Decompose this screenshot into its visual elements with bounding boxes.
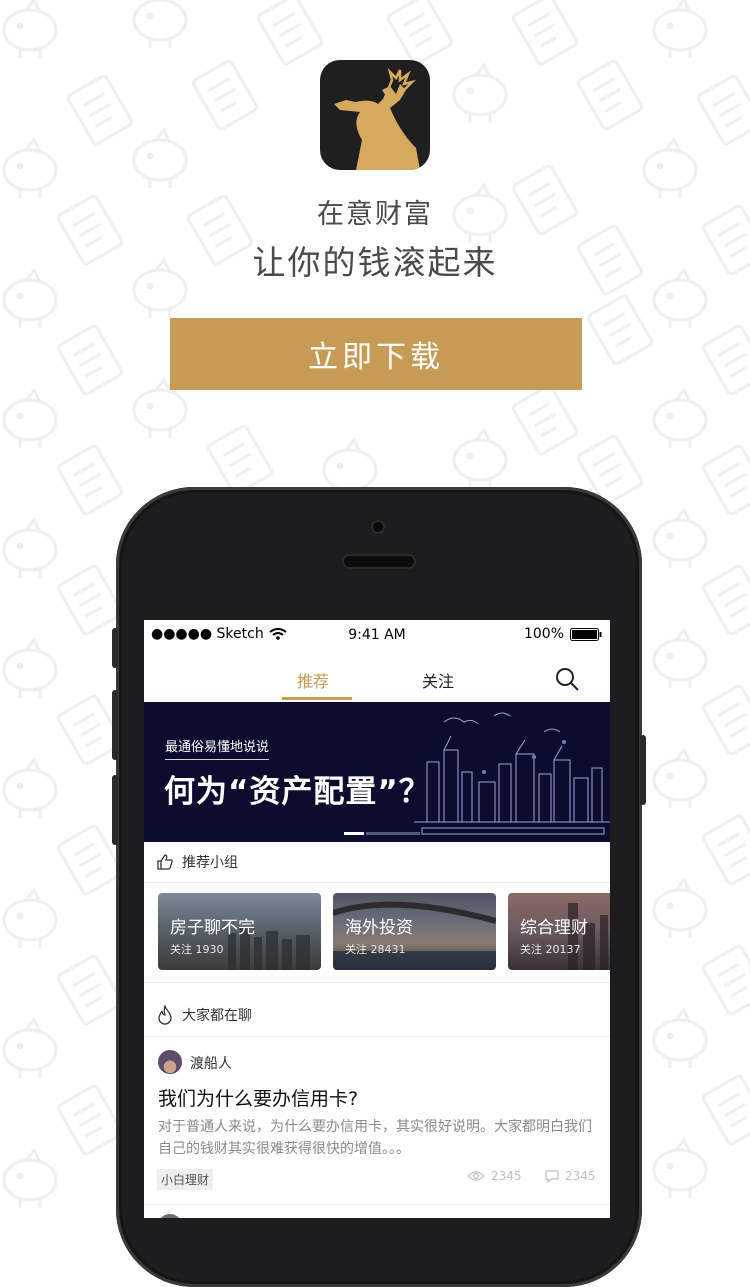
discussion-post[interactable]: 渡船人 我们为什么要办信用卡? 对于普通人来说，为什么要办信用卡，其实很好说明。… [144,1038,610,1206]
search-icon[interactable] [554,666,580,692]
mute-switch [112,628,118,668]
group-follow-count: 关注 20137 [520,943,581,956]
group-card-overseas[interactable]: 海外投资 关注 28431 [333,893,496,970]
groups-section-title: 推荐小组 [182,855,238,871]
post-title[interactable]: 我们为什么要办信用卡? [158,1084,358,1111]
tab-active-indicator [282,697,352,700]
tab-following[interactable]: 关注 [422,668,454,692]
flame-icon [158,1005,172,1025]
group-follow-count: 关注 28431 [345,943,406,956]
tagline-secondary: 让你的钱滚起来 [252,243,498,282]
app-logo [320,60,430,170]
banner-title: 何为“资产配置”？ [164,774,431,810]
download-button[interactable]: 立即下载 [170,318,582,390]
banner-subtitle: 最通俗易懂地说说 [165,736,270,760]
comment-icon [545,1169,559,1183]
battery-icon [570,627,602,641]
group-follow-count: 关注 1930 [170,943,224,956]
comments-count: 2345 [565,1169,596,1183]
group-name: 房子聊不完 [170,918,255,938]
chat-section-title: 大家都在聊 [182,1008,252,1024]
section-divider [144,1036,610,1037]
groups-section-header: 推荐小组 [144,842,610,882]
group-name: 综合理财 [520,918,588,938]
post-author[interactable]: 渡船人 [190,1053,232,1073]
group-card-wealth[interactable]: 综合理财 关注 20137 [508,893,610,970]
post-excerpt: 对于普通人来说，为什么要办信用卡，其实很好说明。大家都明白我们自己的钱财其实很难… [158,1119,592,1157]
featured-banner[interactable]: 最通俗易懂地说说 何为“资产配置”？ [144,702,610,842]
chat-section-header: 大家都在聊 [144,995,610,1035]
views-count: 2345 [491,1169,522,1183]
carousel-indicator [344,832,420,835]
deer-logo-icon [334,67,420,170]
front-camera [373,522,383,532]
thumbs-up-icon [157,854,173,870]
section-divider [144,1204,610,1205]
battery-percent: 100% [523,626,564,642]
group-name: 海外投资 [345,918,413,938]
top-tabs: 推荐 关注 [144,656,610,703]
section-divider [144,982,610,983]
tagline-primary: 在意财富 [317,199,433,230]
post-tag[interactable]: 小白理财 [157,1169,214,1190]
avatar[interactable] [158,1050,182,1074]
volume-down-button [112,775,118,845]
post-comments: 2345 [545,1169,596,1183]
group-card-housing[interactable]: 房子聊不完 关注 1930 [158,893,321,970]
volume-up-button [112,690,118,760]
section-divider [144,882,610,883]
status-bar: ●●●●● Sketch 9:41 AM 100% [144,620,610,650]
post-views: 2345 [467,1169,522,1183]
earpiece-speaker [344,556,414,567]
tab-recommend[interactable]: 推荐 [297,668,329,692]
eye-icon [467,1171,485,1181]
avatar[interactable] [158,1214,182,1218]
phone-screen: ●●●●● Sketch 9:41 AM 100% 推荐 关注 最通俗易懂地说说… [144,620,610,1218]
power-button [640,735,646,805]
